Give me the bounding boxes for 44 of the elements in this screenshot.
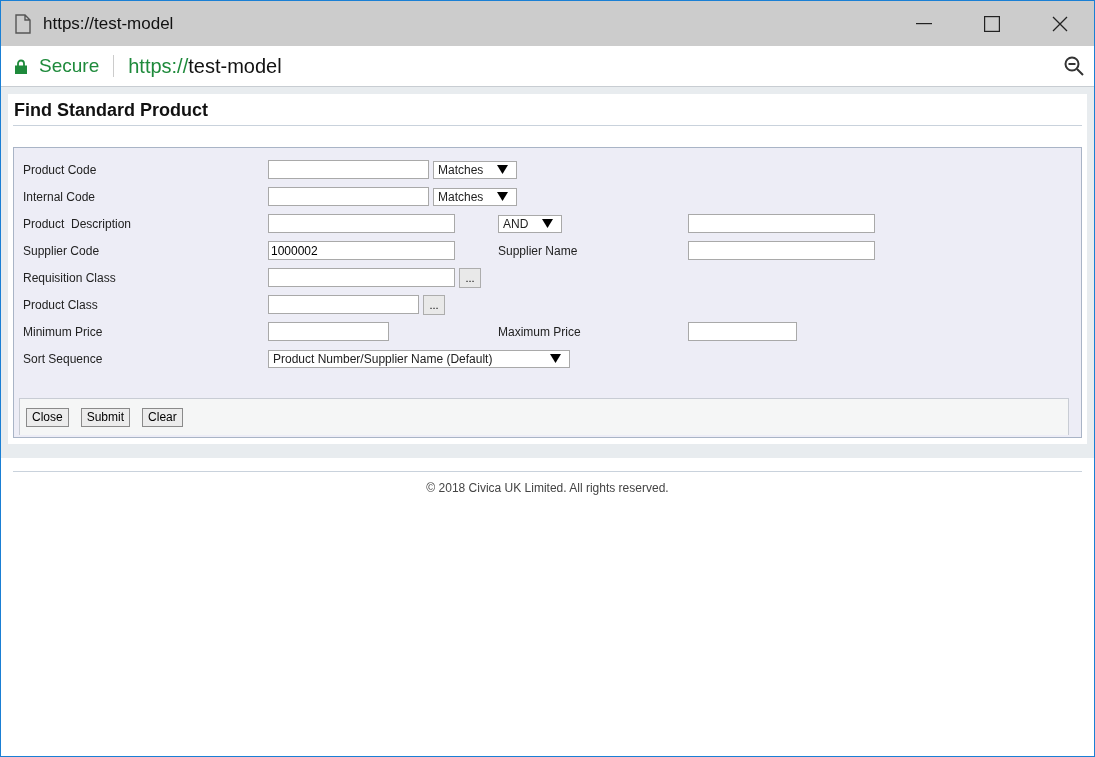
caret-icon <box>497 192 509 201</box>
lookup-button[interactable]: ... <box>423 294 445 315</box>
text-field[interactable] <box>268 268 455 287</box>
dropdown[interactable]: Matches <box>433 187 518 206</box>
field-label: Supplier Code <box>23 243 101 258</box>
field-label: Internal Code <box>23 189 97 204</box>
text-field[interactable] <box>268 214 455 233</box>
field-label: Product Description <box>23 216 133 231</box>
text-field[interactable] <box>268 295 419 314</box>
field-label: Maximum Price <box>498 324 581 339</box>
lookup-button[interactable]: ... <box>459 267 481 288</box>
caret-icon <box>550 354 561 363</box>
field-label: Minimum Price <box>23 324 104 339</box>
close-icon[interactable] <box>1052 15 1068 32</box>
field-label: Product Class <box>23 297 99 312</box>
copyright-text: © 2018 Civica UK Limited. All rights reserved. <box>426 481 669 495</box>
lock-icon <box>15 58 27 74</box>
dropdown[interactable]: Matches <box>433 160 518 179</box>
field-label: Sort Sequence <box>23 351 104 366</box>
security-label: Secure <box>39 55 100 77</box>
caret-icon <box>497 165 509 174</box>
caret-icon <box>542 219 554 228</box>
window-title: https://test-model <box>43 13 174 34</box>
zoom-out-icon[interactable] <box>1064 56 1084 76</box>
field-label: Requisition Class <box>23 270 117 285</box>
maximize-icon[interactable] <box>984 15 1000 32</box>
text-field[interactable] <box>268 322 389 341</box>
text-field[interactable] <box>688 214 875 233</box>
url-text[interactable]: https://test-model <box>128 54 282 78</box>
text-field[interactable]: 1000002 <box>268 241 455 260</box>
dropdown[interactable]: Product Number/Supplier Name (Default) <box>268 349 570 368</box>
text-field[interactable] <box>688 241 875 260</box>
field-label: Product Code <box>23 162 98 177</box>
dropdown[interactable]: AND <box>498 214 563 233</box>
page-title: Find Standard Product <box>13 98 1082 126</box>
minimize-icon[interactable] <box>916 22 932 25</box>
form-button[interactable]: Close <box>26 407 69 427</box>
text-field[interactable] <box>688 322 797 341</box>
text-field[interactable] <box>268 160 429 179</box>
form-button[interactable]: Submit <box>80 407 131 427</box>
text-field[interactable] <box>268 187 429 206</box>
document-icon <box>15 13 31 34</box>
field-label: Supplier Name <box>498 243 578 258</box>
form-button[interactable]: Clear <box>142 407 183 427</box>
